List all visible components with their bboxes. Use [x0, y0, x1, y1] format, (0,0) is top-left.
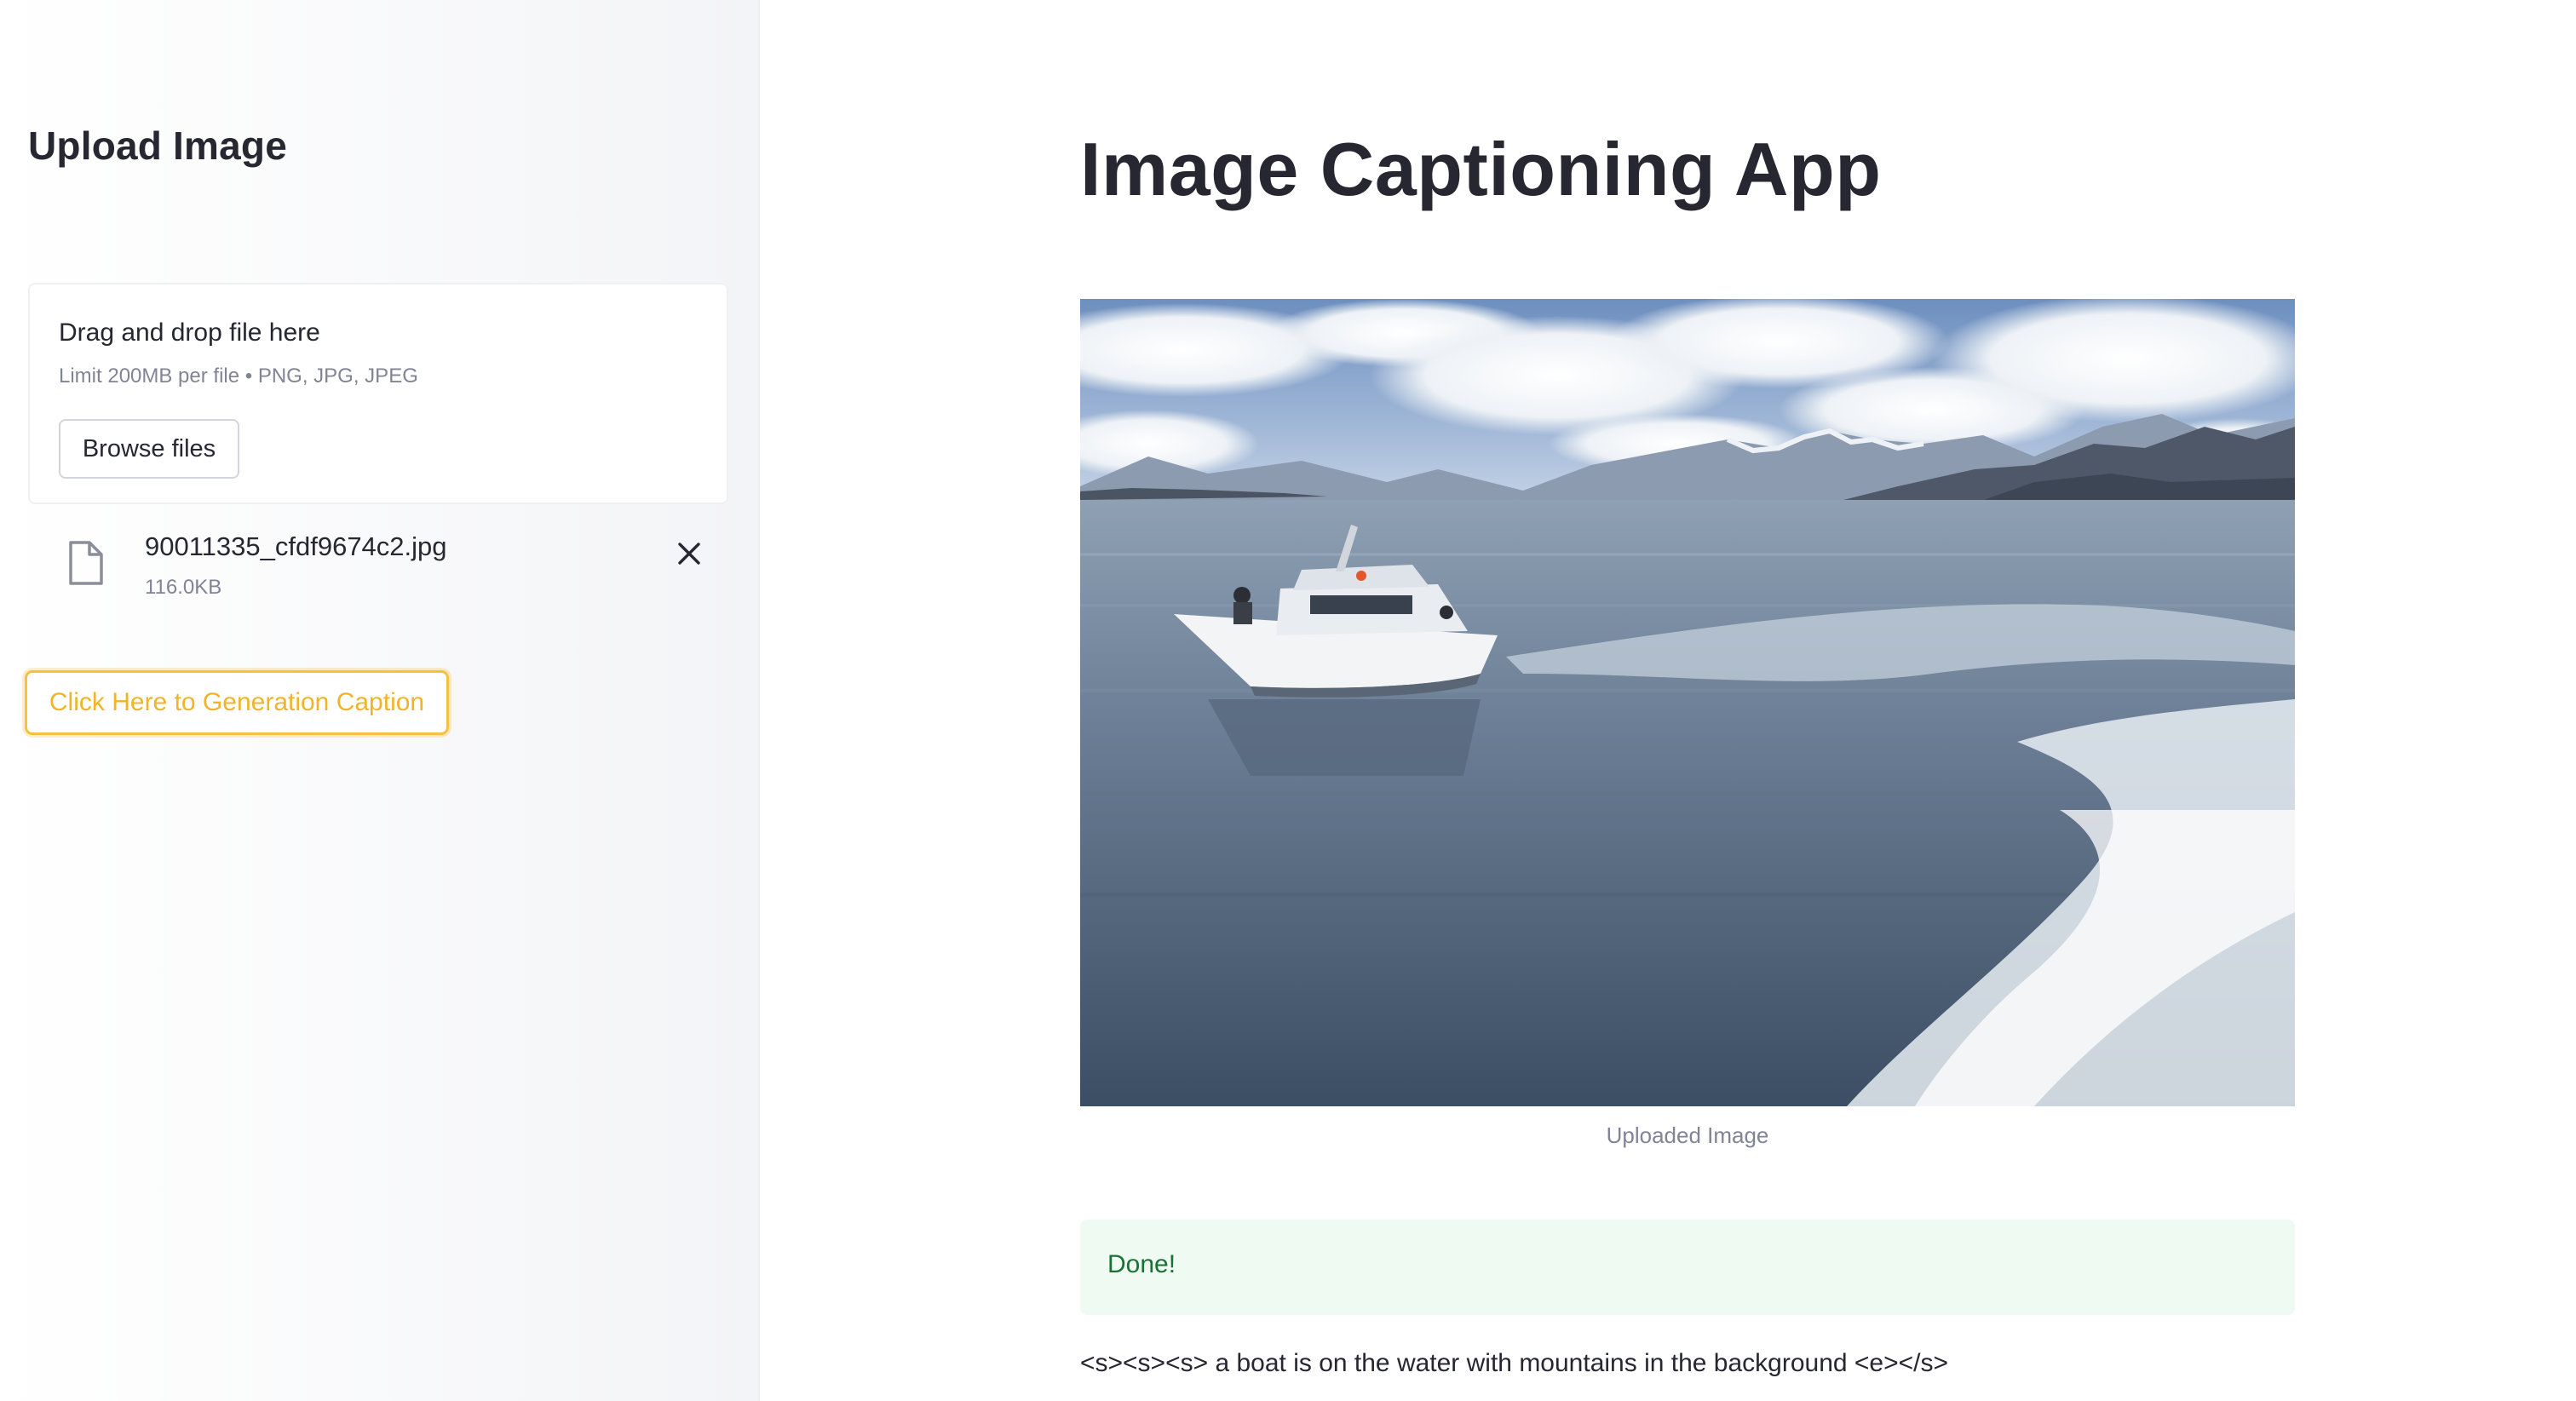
close-icon[interactable] — [670, 535, 708, 572]
browse-files-button[interactable]: Browse files — [59, 419, 239, 479]
generated-caption: <s><s><s> a boat is on the water with mo… — [1080, 1349, 1949, 1377]
page-title: Image Captioning App — [1080, 127, 1882, 211]
dropzone-limit-text: Limit 200MB per file • PNG, JPG, JPEG — [59, 365, 418, 388]
image-caption: Uploaded Image — [1606, 1123, 1769, 1148]
dropzone-instructions: Drag and drop file here — [59, 319, 320, 347]
uploaded-image — [1080, 299, 2295, 1106]
app-root: Upload Image Drag and drop file here Lim… — [0, 0, 2576, 1401]
file-name: 90011335_cfdf9674c2.jpg — [145, 531, 447, 561]
success-alert: Done! — [1080, 1220, 2295, 1315]
sidebar: Upload Image Drag and drop file here Lim… — [0, 0, 760, 1401]
sidebar-title: Upload Image — [28, 123, 288, 168]
file-icon — [67, 540, 105, 586]
file-size: 116.0KB — [145, 576, 222, 599]
generate-caption-button[interactable]: Click Here to Generation Caption — [25, 670, 449, 735]
success-message: Done! — [1107, 1250, 1176, 1278]
uploaded-file-item: 90011335_cfdf9674c2.jpg 116.0KB — [28, 521, 728, 613]
file-dropzone[interactable]: Drag and drop file here Limit 200MB per … — [28, 283, 728, 504]
